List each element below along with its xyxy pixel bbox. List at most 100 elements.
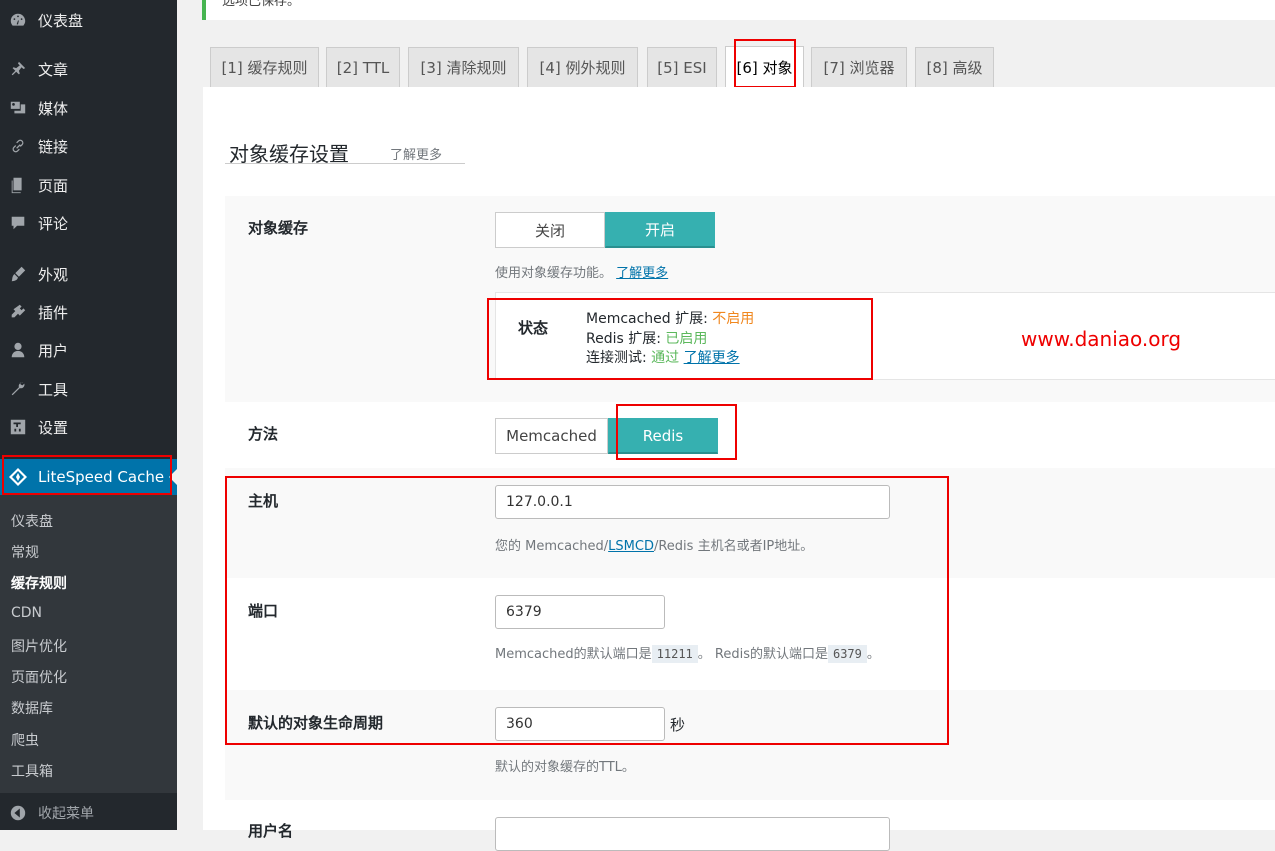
status-test-value: 通过 — [651, 350, 680, 366]
admin-sidebar: 仪表盘 文章 媒体 链接 页面 评论 外观 插件 用户 工具 设置 LiteSp… — [0, 0, 177, 830]
sidebar-label: 评论 — [38, 214, 69, 233]
lifetime-label: 默认的对象生命周期 — [248, 714, 384, 732]
tab-object[interactable]: [6] 对象 — [725, 46, 804, 88]
sidebar-item-posts[interactable]: 文章 — [0, 52, 177, 86]
status-label: 状态 — [518, 319, 549, 337]
port-input[interactable]: 6379 — [495, 595, 665, 629]
submenu-item-cache[interactable]: 缓存规则 — [11, 573, 67, 593]
method-memcached-option[interactable]: Memcached — [495, 418, 608, 454]
object-cache-learn-more-link[interactable]: 了解更多 — [616, 266, 668, 281]
appearance-icon — [8, 264, 28, 284]
object-cache-on-option[interactable]: 开启 — [605, 212, 715, 248]
sidebar-label: 仪表盘 — [38, 11, 84, 30]
status-learn-more-link[interactable]: 了解更多 — [684, 350, 740, 366]
tab-browser[interactable]: [7] 浏览器 — [811, 47, 907, 87]
litespeed-submenu: 仪表盘 常规 缓存规则 CDN 图片优化 页面优化 数据库 爬虫 工具箱 — [0, 495, 177, 793]
object-cache-label: 对象缓存 — [248, 219, 309, 237]
sidebar-label: 插件 — [38, 303, 69, 322]
section-learn-more-link[interactable]: 了解更多 — [390, 144, 442, 163]
status-memcached-label: Memcached 扩展: — [586, 311, 713, 327]
sidebar-label: LiteSpeed Cache — [38, 468, 165, 486]
current-menu-arrow — [169, 469, 177, 485]
sidebar-item-pages[interactable]: 页面 — [0, 168, 177, 202]
dashboard-icon — [8, 10, 28, 30]
method-toggle: Memcached Redis — [495, 418, 718, 454]
object-cache-desc-text: 使用对象缓存功能。 — [495, 266, 613, 281]
port-desc-3: 。 — [866, 647, 880, 662]
plugin-icon — [8, 302, 28, 322]
sidebar-label: 工具 — [38, 380, 69, 399]
status-memcached-value: 不启用 — [712, 311, 755, 327]
sidebar-item-appearance[interactable]: 外观 — [0, 257, 177, 291]
host-input[interactable]: 127.0.0.1 — [495, 485, 890, 519]
username-label: 用户名 — [248, 822, 294, 840]
submenu-item-crawler[interactable]: 爬虫 — [11, 730, 39, 750]
settings-icon — [8, 417, 28, 437]
sidebar-label: 页面 — [38, 176, 69, 195]
username-input[interactable] — [495, 817, 890, 851]
tab-esi[interactable]: [5] ESI — [647, 47, 717, 87]
sidebar-label: 链接 — [38, 137, 69, 156]
object-cache-description: 使用对象缓存功能。 了解更多 — [495, 262, 668, 281]
sidebar-label: 媒体 — [38, 99, 69, 118]
link-icon — [8, 136, 28, 156]
sidebar-item-tools[interactable]: 工具 — [0, 372, 177, 406]
status-test-label: 连接测试: — [586, 350, 652, 366]
submenu-item-page-optimization[interactable]: 页面优化 — [11, 667, 67, 687]
submenu-item-database[interactable]: 数据库 — [11, 698, 53, 718]
redis-port-code: 6379 — [827, 645, 867, 663]
sidebar-item-comments[interactable]: 评论 — [0, 206, 177, 240]
lifetime-input[interactable]: 360 — [495, 707, 665, 741]
watermark-text: www.daniao.org — [1021, 327, 1182, 351]
sidebar-item-settings[interactable]: 设置 — [0, 410, 177, 444]
host-description: 您的 Memcached/LSMCD/Redis 主机名或者IP地址。 — [495, 535, 813, 554]
sidebar-item-dashboard[interactable]: 仪表盘 — [0, 3, 177, 37]
status-redis-label: Redis 扩展: — [586, 331, 666, 347]
sidebar-item-plugins[interactable]: 插件 — [0, 295, 177, 329]
port-desc-2: 。 Redis的默认端口是 — [697, 647, 828, 662]
submenu-item-general[interactable]: 常规 — [11, 542, 39, 562]
method-redis-option[interactable]: Redis — [608, 418, 718, 454]
page-icon — [8, 175, 28, 195]
tab-purge-rules[interactable]: [3] 清除规则 — [408, 47, 519, 87]
tab-exception-rules[interactable]: [4] 例外规则 — [527, 47, 638, 87]
port-label: 端口 — [248, 602, 279, 620]
object-cache-off-option[interactable]: 关闭 — [495, 212, 605, 248]
lifetime-unit: 秒 — [670, 716, 686, 734]
tab-cache-rules[interactable]: [1] 缓存规则 — [210, 47, 319, 87]
sidebar-label: 外观 — [38, 265, 69, 284]
lifetime-description: 默认的对象缓存的TTL。 — [495, 760, 635, 775]
sidebar-label: 文章 — [38, 60, 69, 79]
status-connection-test: 连接测试: 通过 了解更多 — [586, 347, 740, 367]
tab-advanced[interactable]: [8] 高级 — [915, 47, 994, 87]
collapse-menu-button[interactable]: 收起菜单 — [0, 796, 177, 830]
sidebar-item-users[interactable]: 用户 — [0, 333, 177, 367]
tab-ttl[interactable]: [2] TTL — [326, 47, 400, 87]
status-redis-value: 已启用 — [665, 331, 708, 347]
lifetime-row — [225, 690, 1275, 800]
notice-text: 选项已保存。 — [222, 0, 301, 9]
submenu-item-cdn[interactable]: CDN — [11, 605, 42, 621]
submenu-item-toolbox[interactable]: 工具箱 — [11, 761, 53, 781]
collapse-label: 收起菜单 — [38, 806, 94, 822]
sidebar-item-links[interactable]: 链接 — [0, 129, 177, 163]
tools-icon — [8, 379, 28, 399]
host-desc-pre: 您的 Memcached/ — [495, 539, 609, 554]
sidebar-label: 用户 — [38, 341, 69, 360]
host-label: 主机 — [248, 492, 279, 510]
method-label: 方法 — [248, 425, 279, 443]
port-description: Memcached的默认端口是 11211。 Redis的默认端口是 6379。 — [495, 643, 880, 663]
object-cache-toggle: 关闭 开启 — [495, 212, 715, 248]
host-desc-post: /Redis 主机名或者IP地址。 — [653, 539, 814, 554]
lsmcd-link[interactable]: LSMCD — [608, 539, 654, 554]
sidebar-item-media[interactable]: 媒体 — [0, 91, 177, 125]
submenu-item-dashboard[interactable]: 仪表盘 — [11, 511, 53, 531]
memcached-port-code: 11211 — [651, 645, 698, 663]
media-icon — [8, 98, 28, 118]
comment-icon — [8, 213, 28, 233]
submenu-item-image-optimization[interactable]: 图片优化 — [11, 636, 67, 656]
pin-icon — [8, 59, 28, 79]
sidebar-label: 设置 — [38, 418, 69, 437]
sidebar-item-litespeed-cache[interactable]: LiteSpeed Cache — [0, 459, 177, 495]
user-icon — [8, 340, 28, 360]
